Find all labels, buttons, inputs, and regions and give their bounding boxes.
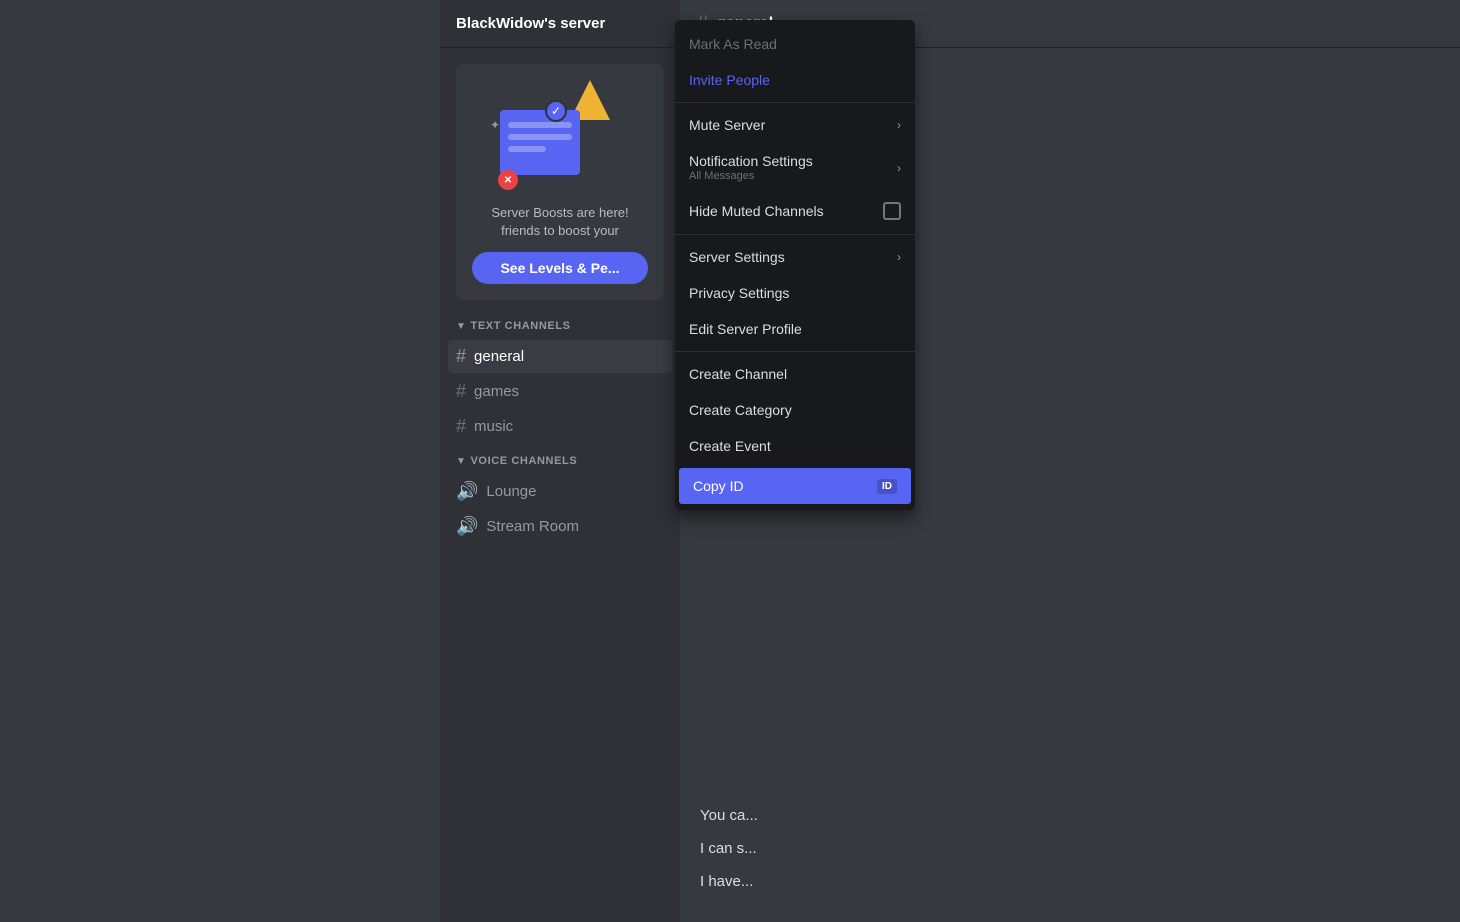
hash-icon-music: #	[456, 416, 466, 437]
menu-label-privacy-settings: Privacy Settings	[689, 285, 789, 301]
menu-item-copy-id[interactable]: Copy ID ID	[679, 468, 911, 504]
channel-games-label: games	[474, 383, 519, 400]
menu-divider-3	[675, 351, 915, 352]
text-channels-label: TEXT CHANNELS	[471, 320, 571, 332]
channel-music[interactable]: # music	[448, 410, 672, 443]
boost-card-line-2	[508, 134, 572, 140]
menu-item-invite-people[interactable]: Invite People	[675, 62, 915, 98]
chat-message-1: You ca...	[700, 803, 1440, 828]
menu-label-create-event: Create Event	[689, 438, 771, 454]
voice-channels-header[interactable]: ▼ VOICE CHANNELS	[448, 451, 672, 471]
boost-sparkle-icon: ✦	[490, 118, 500, 132]
hash-icon-general: #	[456, 346, 466, 367]
context-menu: Mark As Read Invite People Mute Server ›…	[675, 20, 915, 510]
chat-message-3: I have...	[700, 869, 1440, 894]
menu-label-mark-as-read: Mark As Read	[689, 36, 777, 52]
boost-text: Server Boosts are here! friends to boost…	[472, 204, 648, 240]
voice-channels-section: ▼ VOICE CHANNELS 🔊 Lounge 🔊 Stream Room	[448, 451, 672, 543]
server-header[interactable]: BlackWidow's server	[440, 0, 680, 48]
channel-music-label: music	[474, 418, 513, 435]
menu-item-hide-muted-channels[interactable]: Hide Muted Channels	[675, 192, 915, 230]
channel-general-label: general	[474, 348, 524, 365]
boost-banner: ✓ ✦ ✕ Server Boosts are here! friends to…	[456, 64, 664, 300]
menu-arrow-mute: ›	[897, 118, 901, 132]
menu-arrow-server-settings: ›	[897, 250, 901, 264]
menu-label-invite-people: Invite People	[689, 72, 770, 88]
voice-channels-label: VOICE CHANNELS	[471, 455, 578, 467]
voice-channels-chevron: ▼	[456, 456, 467, 467]
boost-text-line1: Server Boosts are here!	[472, 204, 648, 222]
channel-general[interactable]: # general	[448, 340, 672, 373]
boost-x-icon: ✕	[498, 170, 518, 190]
server-name: BlackWidow's server	[456, 15, 605, 32]
speaker-icon-stream: 🔊	[456, 516, 478, 537]
menu-item-content-notifications: Notification Settings All Messages	[689, 153, 813, 182]
menu-label-edit-server-profile: Edit Server Profile	[689, 321, 802, 337]
menu-item-notification-settings[interactable]: Notification Settings All Messages ›	[675, 143, 915, 192]
speaker-icon-lounge: 🔊	[456, 481, 478, 502]
boost-check-icon: ✓	[545, 100, 567, 122]
menu-label-notification-settings: Notification Settings	[689, 153, 813, 169]
menu-item-server-settings[interactable]: Server Settings ›	[675, 239, 915, 275]
menu-divider-2	[675, 234, 915, 235]
boost-button[interactable]: See Levels & Pe...	[472, 252, 648, 284]
menu-item-mute-server[interactable]: Mute Server ›	[675, 107, 915, 143]
menu-sublabel-notification-settings: All Messages	[689, 170, 813, 182]
sidebar-content: ✓ ✦ ✕ Server Boosts are here! friends to…	[440, 48, 680, 922]
chat-message-2: I can s...	[700, 836, 1440, 861]
boost-card-line-1	[508, 122, 572, 128]
menu-arrow-notifications: ›	[897, 161, 901, 175]
text-channels-header[interactable]: ▼ TEXT CHANNELS	[448, 316, 672, 336]
channel-lounge-label: Lounge	[486, 483, 536, 500]
boost-text-line2: friends to boost your	[472, 222, 648, 240]
text-channels-chevron: ▼	[456, 321, 467, 332]
menu-item-create-category[interactable]: Create Category	[675, 392, 915, 428]
menu-label-create-channel: Create Channel	[689, 366, 787, 382]
boost-card-line-3	[508, 146, 546, 152]
menu-item-create-event[interactable]: Create Event	[675, 428, 915, 464]
menu-label-create-category: Create Category	[689, 402, 792, 418]
menu-label-hide-muted: Hide Muted Channels	[689, 203, 824, 219]
hide-muted-checkbox[interactable]	[883, 202, 901, 220]
channel-games[interactable]: # games	[448, 375, 672, 408]
hash-icon-games: #	[456, 381, 466, 402]
menu-label-copy-id: Copy ID	[693, 478, 744, 494]
boost-graphic: ✓ ✦ ✕	[490, 80, 630, 200]
copy-id-badge: ID	[877, 479, 897, 494]
menu-item-edit-server-profile[interactable]: Edit Server Profile	[675, 311, 915, 347]
boost-card-icon	[500, 110, 580, 175]
menu-item-mark-as-read[interactable]: Mark As Read	[675, 26, 915, 62]
channel-lounge[interactable]: 🔊 Lounge	[448, 475, 672, 508]
channel-stream-room-label: Stream Room	[486, 518, 579, 535]
menu-label-mute-server: Mute Server	[689, 117, 765, 133]
menu-divider-1	[675, 102, 915, 103]
menu-label-server-settings: Server Settings	[689, 249, 785, 265]
sidebar: BlackWidow's server ✓ ✦ ✕ Server Boosts …	[440, 0, 680, 922]
menu-item-privacy-settings[interactable]: Privacy Settings	[675, 275, 915, 311]
menu-item-create-channel[interactable]: Create Channel	[675, 356, 915, 392]
text-channels-section: ▼ TEXT CHANNELS # general # games # musi…	[448, 316, 672, 443]
channel-stream-room[interactable]: 🔊 Stream Room	[448, 510, 672, 543]
